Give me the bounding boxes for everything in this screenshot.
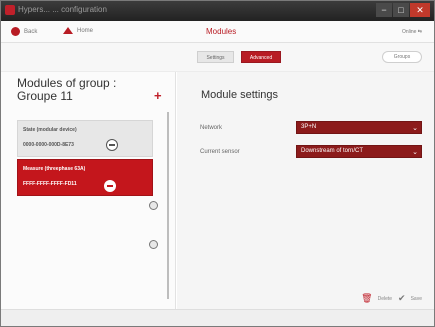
module-toggle-icon[interactable] [149, 201, 158, 210]
module-item-state[interactable]: State (modular device) 0000-0000-000D-8E… [17, 120, 153, 157]
delete-button[interactable]: 🗑 Delete [361, 293, 392, 304]
chevron-down-icon: ⌄ [412, 149, 418, 156]
app-logo-icon [5, 5, 15, 15]
current-sensor-select[interactable]: Downstream of torn/CT ⌄ [296, 145, 422, 158]
current-sensor-label: Current sensor [200, 149, 240, 155]
module-name: Measure (threephase 63A) [23, 166, 86, 172]
module-id: 0000-0000-000D-8E73 [23, 142, 74, 148]
save-button[interactable]: ✔ Save [398, 293, 422, 304]
window-title: Hypers... ... configuration [18, 5, 107, 14]
maximize-button[interactable]: □ [393, 3, 409, 17]
footer-actions: 🗑 Delete ✔ Save [355, 293, 422, 304]
groups-button[interactable]: Groups [382, 51, 422, 63]
module-settings-panel: Module settings Network 3P+N ⌄ Current s… [177, 72, 434, 309]
group-name: Groupe 11 [17, 89, 73, 103]
network-value: 3P+N [301, 124, 317, 130]
close-button[interactable]: ✕ [410, 3, 430, 17]
module-list-panel: Modules of group : Groupe 11 + State (mo… [1, 72, 176, 309]
home-label: Home [77, 27, 94, 34]
network-select[interactable]: 3P+N ⌄ [296, 121, 422, 134]
identify-icon[interactable] [106, 139, 118, 151]
tab-settings[interactable]: Settings [197, 51, 234, 63]
top-navigation: Back Home Modules Online ⇆ [1, 21, 434, 43]
module-list-scrollbar[interactable] [167, 112, 169, 299]
window-controls: − □ ✕ [375, 3, 430, 17]
module-item-measure[interactable]: Measure (threephase 63A) FFFF-FFFF-FFFF-… [17, 159, 153, 196]
status-bar [1, 309, 434, 326]
back-button[interactable]: Back [11, 27, 37, 36]
group-heading: Modules of group : Groupe 11 [17, 77, 116, 103]
page-title: Modules [206, 27, 237, 36]
back-label: Back [24, 28, 38, 35]
online-link[interactable]: Online ⇆ [402, 29, 422, 35]
tab-advanced[interactable]: Advanced [241, 51, 281, 63]
module-toggle-icon[interactable] [149, 240, 158, 249]
home-icon [63, 27, 73, 34]
add-module-plus-icon[interactable]: + [154, 88, 162, 103]
identify-icon[interactable] [104, 180, 116, 192]
module-id: FFFF-FFFF-FFFF-FD11 [23, 181, 77, 187]
back-arrow-icon [11, 27, 20, 36]
chevron-down-icon: ⌄ [412, 125, 418, 132]
tabs-bar: Settings Advanced Groups [1, 43, 434, 72]
settings-title: Module settings [201, 89, 279, 101]
minimize-button[interactable]: − [376, 3, 392, 17]
check-icon: ✔ [398, 293, 406, 303]
network-label: Network [200, 125, 223, 131]
module-name: State (modular device) [23, 127, 77, 133]
delete-label: Delete [377, 295, 393, 302]
trash-icon: 🗑 [361, 293, 373, 303]
title-bar: Hypers... ... configuration − □ ✕ [1, 1, 434, 21]
home-button[interactable]: Home [63, 27, 93, 34]
app-window: Hypers... ... configuration − □ ✕ Back H… [0, 0, 435, 327]
current-sensor-value: Downstream of torn/CT [301, 148, 364, 154]
save-label: Save [410, 295, 422, 302]
